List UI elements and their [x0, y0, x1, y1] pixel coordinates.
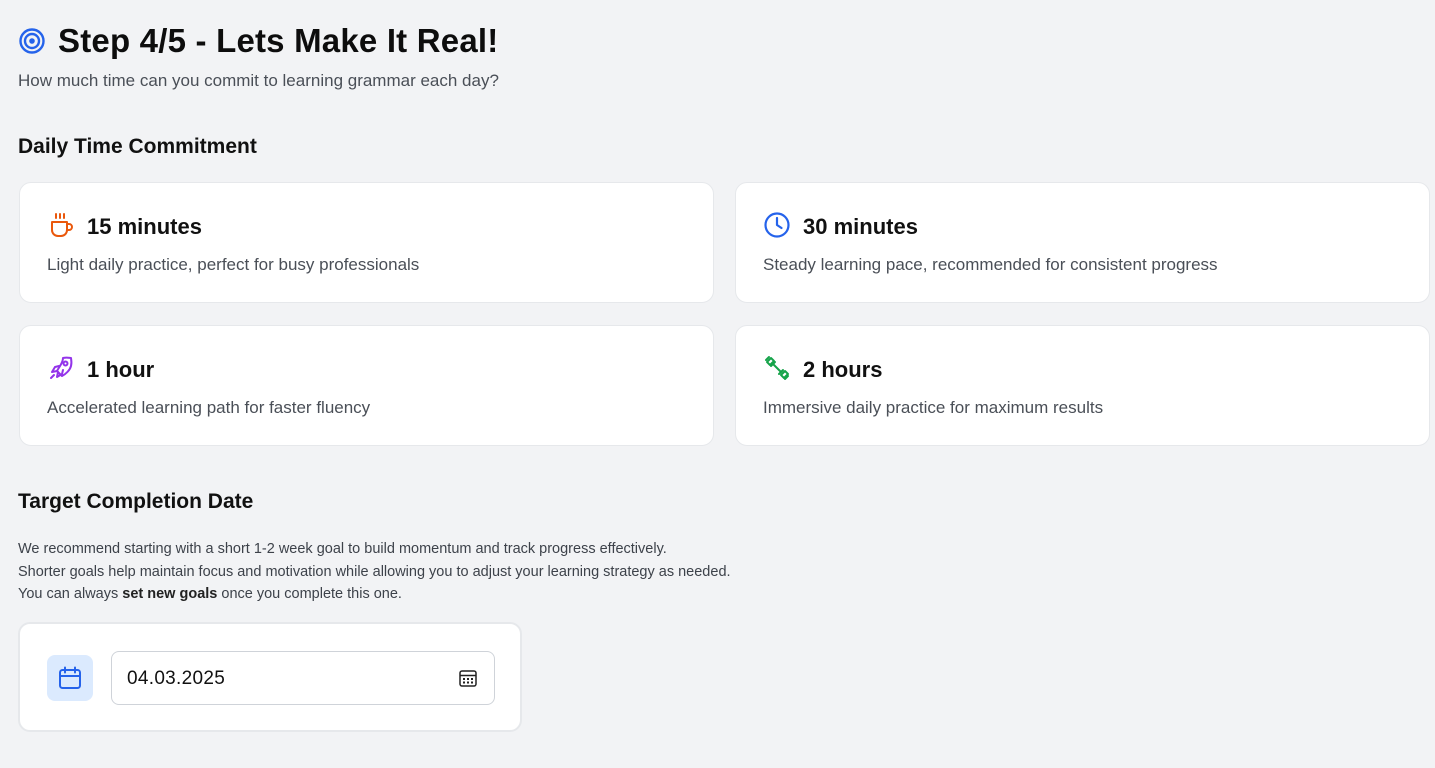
- target-icon: [19, 28, 45, 54]
- line-3-suffix: once you complete this one.: [217, 586, 402, 602]
- option-label: 1 hour: [87, 357, 155, 382]
- page-title: Step 4/5 - Lets Make It Real!: [58, 22, 499, 59]
- option-15-minutes[interactable]: 15 minutes Light daily practice, perfect…: [19, 182, 714, 303]
- clock-icon: [764, 212, 790, 238]
- option-label: 2 hours: [803, 357, 883, 382]
- recommendation-text: We recommend starting with a short 1-2 w…: [18, 538, 731, 606]
- coffee-icon: [51, 213, 73, 237]
- date-card: 04.03.2025: [18, 622, 522, 732]
- page-subtitle: How much time can you commit to learning…: [18, 71, 499, 90]
- dumbbell-icon: [765, 356, 789, 380]
- line-3-prefix: You can always: [18, 586, 123, 602]
- option-label: 15 minutes: [87, 214, 202, 239]
- rocket-icon: [50, 356, 73, 379]
- page-header: Step 4/5 - Lets Make It Real!: [18, 22, 498, 60]
- recommendation-line-3: You can always set new goals once you co…: [18, 583, 731, 606]
- option-description: Light daily practice, perfect for busy p…: [47, 255, 420, 274]
- option-1-hour[interactable]: 1 hour Accelerated learning path for fas…: [19, 325, 714, 446]
- date-value: 04.03.2025: [127, 668, 226, 689]
- target-section-title: Target Completion Date: [18, 490, 254, 513]
- target-date-input[interactable]: 04.03.2025: [111, 651, 495, 705]
- option-label: 30 minutes: [803, 214, 918, 239]
- daily-section-title: Daily Time Commitment: [18, 135, 257, 158]
- calendar-icon: [59, 666, 81, 689]
- option-description: Accelerated learning path for faster flu…: [47, 398, 371, 417]
- option-description: Steady learning pace, recommended for co…: [763, 255, 1218, 274]
- recommendation-line-1: We recommend starting with a short 1-2 w…: [18, 541, 667, 557]
- line-3-bold: set new goals: [122, 586, 218, 602]
- date-picker-icon[interactable]: [458, 668, 478, 688]
- calendar-badge: [47, 655, 93, 701]
- option-description: Immersive daily practice for maximum res…: [763, 398, 1104, 417]
- option-30-minutes[interactable]: 30 minutes Steady learning pace, recomme…: [735, 182, 1430, 303]
- option-2-hours[interactable]: 2 hours Immersive daily practice for max…: [735, 325, 1430, 446]
- page: Step 4/5 - Lets Make It Real! How much t…: [0, 0, 1435, 768]
- recommendation-line-2: Shorter goals help maintain focus and mo…: [18, 563, 731, 580]
